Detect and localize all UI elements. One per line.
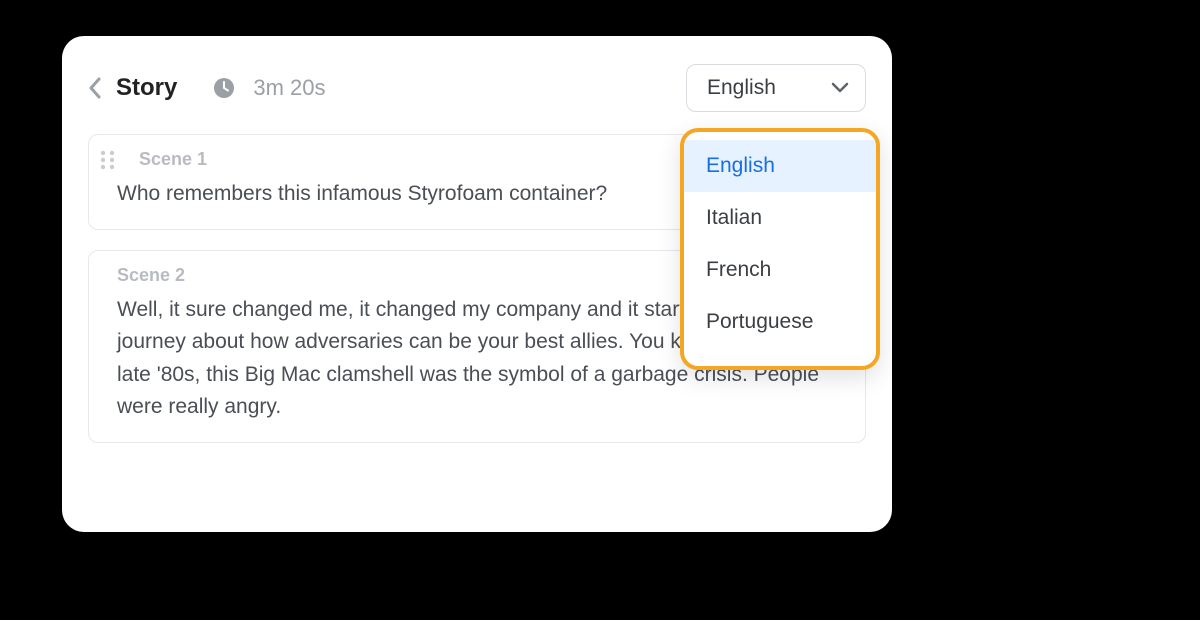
chevron-down-icon [831,82,849,94]
language-option-portuguese[interactable]: Portuguese [684,296,876,348]
header: Story 3m 20s English [88,64,866,112]
language-option-french[interactable]: French [684,244,876,296]
language-select-value: English [707,76,776,100]
language-option-english[interactable]: English [684,140,876,192]
clock-icon [213,77,235,99]
back-chevron-icon[interactable] [88,77,102,99]
duration-text: 3m 20s [253,75,325,101]
language-select[interactable]: English [686,64,866,112]
page-title: Story [116,74,177,102]
language-dropdown: English Italian French Portuguese [680,128,880,370]
drag-handle-icon[interactable] [99,149,117,171]
language-option-italian[interactable]: Italian [684,192,876,244]
